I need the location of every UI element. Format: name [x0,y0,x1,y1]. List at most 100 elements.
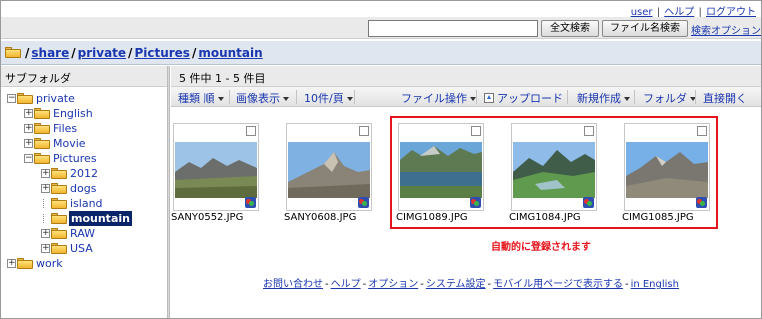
search-input[interactable] [368,20,538,37]
toolbar-divider [567,90,568,104]
filename-search-button[interactable]: ファイル名検索 [602,20,688,37]
tree-item-island[interactable]: island [41,196,161,211]
collapse-icon[interactable]: − [24,154,33,163]
upload-button[interactable]: アップロード [484,90,563,106]
tree-item-2012[interactable]: +2012 [41,166,161,181]
file-thumbnail[interactable] [286,123,372,211]
panel-splitter[interactable] [167,66,170,318]
tree-item-label: mountain [69,211,132,226]
footer-contact-link[interactable]: お問い合わせ [263,279,323,290]
expand-icon[interactable]: + [41,184,50,193]
file-thumbnail[interactable] [173,123,259,211]
tree-item-raw[interactable]: + RAW [41,226,161,241]
breadcrumb-item-pictures[interactable]: Pictures [134,46,190,60]
tree-connector [43,199,49,208]
toolbar-divider [476,90,477,104]
footer-separator: - [325,279,329,290]
view-menu[interactable]: 画像表示 [236,90,289,106]
tree-item-english[interactable]: + English [24,106,144,121]
tree-item-movie[interactable]: + Movie [24,136,144,151]
tree-item-label: island [70,197,103,210]
tree-item-label: Movie [53,137,86,150]
search-bar: 全文検索 ファイル名検索 検索オプション [1,17,761,39]
folder-icon [34,108,50,119]
tree-item-label: private [36,92,75,105]
breadcrumb-item-private[interactable]: private [78,46,126,60]
chevron-down-icon [283,97,289,101]
search-options-link[interactable]: 検索オプション [691,22,761,37]
open-folder-icon [34,153,50,164]
folder-icon [51,228,67,239]
folder-icon [17,258,33,269]
folder-icon [51,198,67,209]
photo-preview[interactable] [288,142,370,198]
expand-icon[interactable]: + [41,244,50,253]
expand-icon[interactable]: + [24,124,33,133]
expand-icon[interactable]: + [24,139,33,148]
tree-item-label: RAW [70,227,95,240]
toolbar-divider [296,90,297,104]
auto-register-note: 自動的に登録されます [491,242,591,253]
subfolder-header: サブフォルダ [1,66,167,87]
footer-system-settings-link[interactable]: システム設定 [426,279,486,290]
sort-menu[interactable]: 種類 順 [178,90,224,106]
tree-item-label: Files [53,122,78,135]
file-name-link[interactable]: SANY0552.JPG [171,212,243,223]
expand-icon[interactable]: + [24,109,33,118]
direct-open-button[interactable]: 直接開く [703,90,747,106]
file-name-link[interactable]: SANY0608.JPG [284,212,356,223]
expand-icon[interactable]: + [41,169,50,178]
breadcrumb-separator: / [191,46,197,60]
folder-icon [34,123,50,134]
tree-connector [43,214,49,223]
tree-item-dogs[interactable]: + dogs [41,181,161,196]
tree-item-private[interactable]: − private [7,91,127,106]
breadcrumb-item-share[interactable]: share [31,46,69,60]
chevron-down-icon [346,97,353,101]
select-checkbox[interactable] [246,126,256,136]
file-ops-menu-label: ファイル操作 [401,92,467,105]
breadcrumb-item-mountain[interactable]: mountain [198,46,262,60]
photo-preview[interactable] [175,142,257,198]
new-menu[interactable]: 新規作成 [577,90,630,106]
upload-icon [484,93,494,103]
tree-item-usa[interactable]: + USA [41,241,161,256]
tree-item-files[interactable]: + Files [24,121,144,136]
expand-icon[interactable]: + [41,229,50,238]
footer-english-link[interactable]: in English [631,279,679,290]
tree-item-work[interactable]: + work [7,256,127,271]
upload-button-label: アップロード [497,92,563,105]
tree-item-label: USA [70,242,93,255]
fulltext-search-button[interactable]: 全文検索 [541,20,599,37]
folder-icon [34,138,50,149]
tree-item-pictures[interactable]: − Pictures [24,151,144,166]
open-folder-icon [17,93,33,104]
per-page-menu[interactable]: 10件/頁 [304,90,353,106]
footer-separator: - [420,279,424,290]
footer-options-link[interactable]: オプション [368,279,418,290]
footer-separator: - [487,279,492,290]
footer-help-link[interactable]: ヘルプ [331,279,361,290]
file-toolbar: 種類 順 画像表示 10件/頁 ファイル操作 アップロード 新規作成 フォルダ … [171,87,761,107]
breadcrumb: / share / private / Pictures / mountain [23,46,263,60]
color-palette-icon [358,197,369,208]
breadcrumb-separator: / [25,46,30,60]
folder-menu[interactable]: フォルダ [643,90,696,106]
folder-icon [51,183,67,194]
folder-icon [51,243,67,254]
result-count: 5 件中 1 - 5 件目 [171,66,761,87]
tree-item-mountain[interactable]: mountain [41,211,161,226]
tree-item-label: Pictures [53,152,97,165]
footer-links: お問い合わせ - ヘルプ - オプション - システム設定 - モバイル用ページで表示する - in… [263,275,679,290]
color-palette-icon [245,197,256,208]
expand-icon[interactable]: + [7,259,16,268]
view-menu-label: 画像表示 [236,92,280,105]
footer-mobile-view-link[interactable]: モバイル用ページで表示する [493,279,623,290]
tree-item-label: English [53,107,93,120]
tree-item-label: 2012 [70,167,98,180]
folder-tree: − private + English + Files + Movie − Pictures +20… [1,87,167,318]
file-ops-menu[interactable]: ファイル操作 [401,90,476,106]
collapse-icon[interactable]: − [7,94,16,103]
folder-icon [51,168,67,179]
select-checkbox[interactable] [359,126,369,136]
